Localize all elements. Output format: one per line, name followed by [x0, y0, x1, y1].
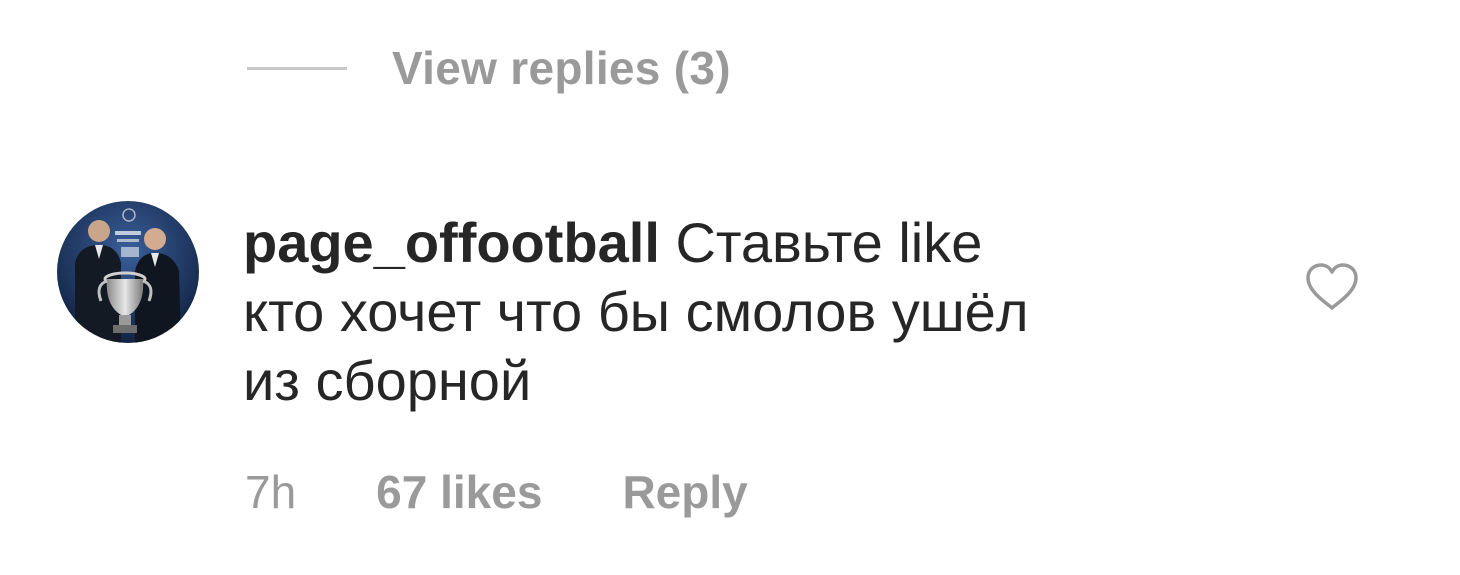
comment-username[interactable]: page_offootball [243, 211, 660, 274]
comment-text-line-1: Ставьте like [675, 211, 983, 274]
likes-count-link[interactable]: 67 likes [376, 465, 542, 519]
avatar[interactable] [57, 201, 199, 343]
comment-thread: View replies (3) page_offootball Ставьте… [0, 0, 1460, 575]
comment-meta: 7h 67 likes Reply [245, 462, 748, 522]
view-replies-button[interactable]: View replies (3) [247, 38, 731, 98]
view-replies-label: View replies (3) [392, 42, 731, 94]
comment-text-line-2: кто хочет что бы смолов ушёл [243, 280, 1029, 343]
comment-timestamp: 7h [245, 466, 297, 518]
comment-body: page_offootball Ставьте like кто хочет ч… [243, 208, 1243, 415]
avatar-image [57, 201, 199, 343]
replies-divider-line [247, 66, 347, 70]
like-icon-graphic [1306, 263, 1358, 310]
comment-text-line-3: из сборной [243, 349, 532, 412]
heart-outline-icon[interactable] [1304, 262, 1360, 312]
comment-line-1: page_offootball Ставьте like [243, 208, 1243, 277]
reply-button[interactable]: Reply [622, 465, 747, 519]
